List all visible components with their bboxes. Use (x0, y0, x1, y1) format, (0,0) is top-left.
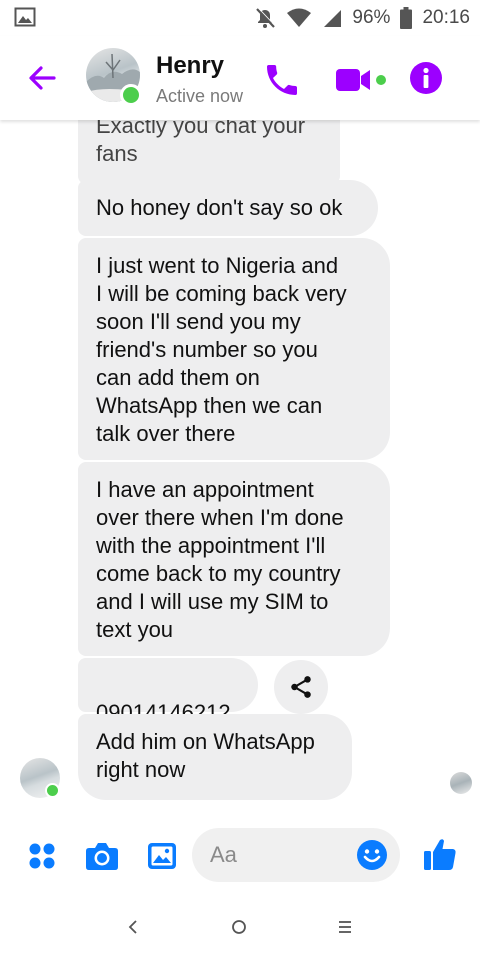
camera-button[interactable] (82, 836, 122, 876)
phone-icon (267, 65, 297, 95)
gallery-button[interactable] (142, 836, 182, 876)
emoji-icon (357, 840, 387, 870)
signal-icon (322, 8, 342, 28)
nav-home-icon (232, 920, 246, 934)
phone-number-message[interactable]: 09014146212 (78, 658, 258, 725)
contact-name[interactable]: Henry (156, 52, 224, 80)
video-camera-icon (336, 69, 386, 91)
like-button[interactable] (420, 834, 460, 874)
emoji-button[interactable] (356, 839, 388, 871)
video-call-button[interactable] (334, 64, 394, 96)
share-button[interactable] (274, 660, 328, 714)
gallery-icon (148, 843, 176, 869)
nav-recents-button[interactable] (330, 912, 360, 942)
message-bubble[interactable]: I just went to Nigeria and I will be com… (78, 238, 390, 460)
clock: 20:16 (422, 7, 470, 28)
nav-back-icon (128, 920, 137, 934)
system-navigation-bar (0, 896, 480, 960)
message-bubble[interactable]: I have an appointment over there when I'… (78, 462, 390, 656)
contact-status: Active now (156, 86, 244, 106)
message-bubble[interactable]: No honey don't say so ok (78, 180, 378, 236)
info-button[interactable] (408, 60, 444, 96)
wifi-icon (286, 8, 312, 28)
back-arrow-icon (29, 66, 56, 90)
active-status-dot (120, 84, 142, 106)
read-receipt-avatar (450, 772, 472, 794)
thumbs-up-icon (424, 839, 456, 870)
apps-button[interactable] (22, 836, 62, 876)
share-icon (291, 676, 311, 698)
message-input-container[interactable] (192, 828, 400, 882)
voice-call-button[interactable] (262, 60, 302, 100)
battery-icon (400, 7, 413, 29)
back-button[interactable] (24, 60, 60, 96)
battery-percent: 96% (352, 7, 391, 28)
camera-icon (86, 843, 118, 870)
message-input[interactable] (210, 840, 350, 870)
apps-grid-icon (29, 843, 55, 869)
nav-home-button[interactable] (224, 912, 254, 942)
message-bubble[interactable]: Exactly you chat your fans (78, 110, 340, 184)
message-list[interactable]: Exactly you chat your fans No honey don'… (0, 110, 480, 816)
conversation-header: Henry Active now (0, 36, 480, 120)
composer-bar (0, 820, 480, 892)
status-icons: 96% 20:16 (254, 0, 470, 36)
status-bar: 96% 20:16 (0, 0, 480, 36)
active-status-dot (45, 783, 60, 798)
image-icon (14, 7, 38, 29)
mute-icon (254, 7, 276, 29)
info-icon (410, 62, 442, 94)
message-bubble[interactable]: Add him on WhatsApp right now (78, 714, 352, 800)
nav-back-button[interactable] (118, 912, 148, 942)
nav-recents-icon (339, 921, 351, 933)
